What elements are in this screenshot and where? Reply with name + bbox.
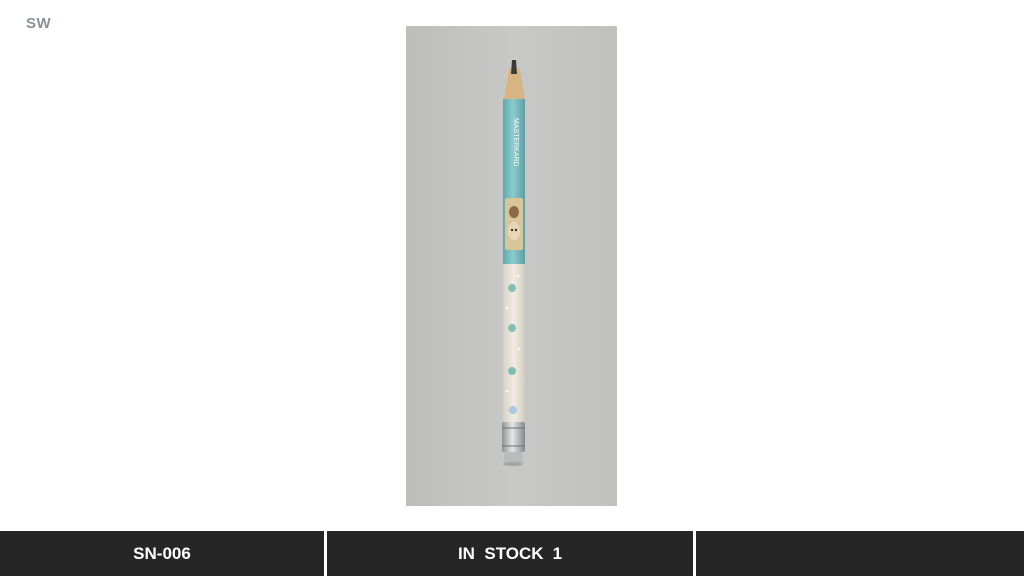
pencil-image: MASTERKARD xyxy=(406,26,617,506)
stock-label: IN STOCK xyxy=(457,543,544,563)
product-code: SN-006 xyxy=(133,543,191,563)
product-slide: SW MASTERKARD SN-006 IN STOCK 1 xyxy=(0,0,1024,576)
product-code-cell: SN-006 xyxy=(0,531,324,576)
stock-cell: IN STOCK 1 xyxy=(327,531,693,576)
product-info-bar: SN-006 IN STOCK 1 xyxy=(0,531,1024,576)
brand-logo-text: SW xyxy=(26,15,52,32)
empty-cell xyxy=(696,531,1024,576)
svg-text:MASTERKARD: MASTERKARD xyxy=(512,118,519,167)
product-photo: MASTERKARD xyxy=(406,26,617,506)
stock-count: 1 xyxy=(552,543,563,563)
